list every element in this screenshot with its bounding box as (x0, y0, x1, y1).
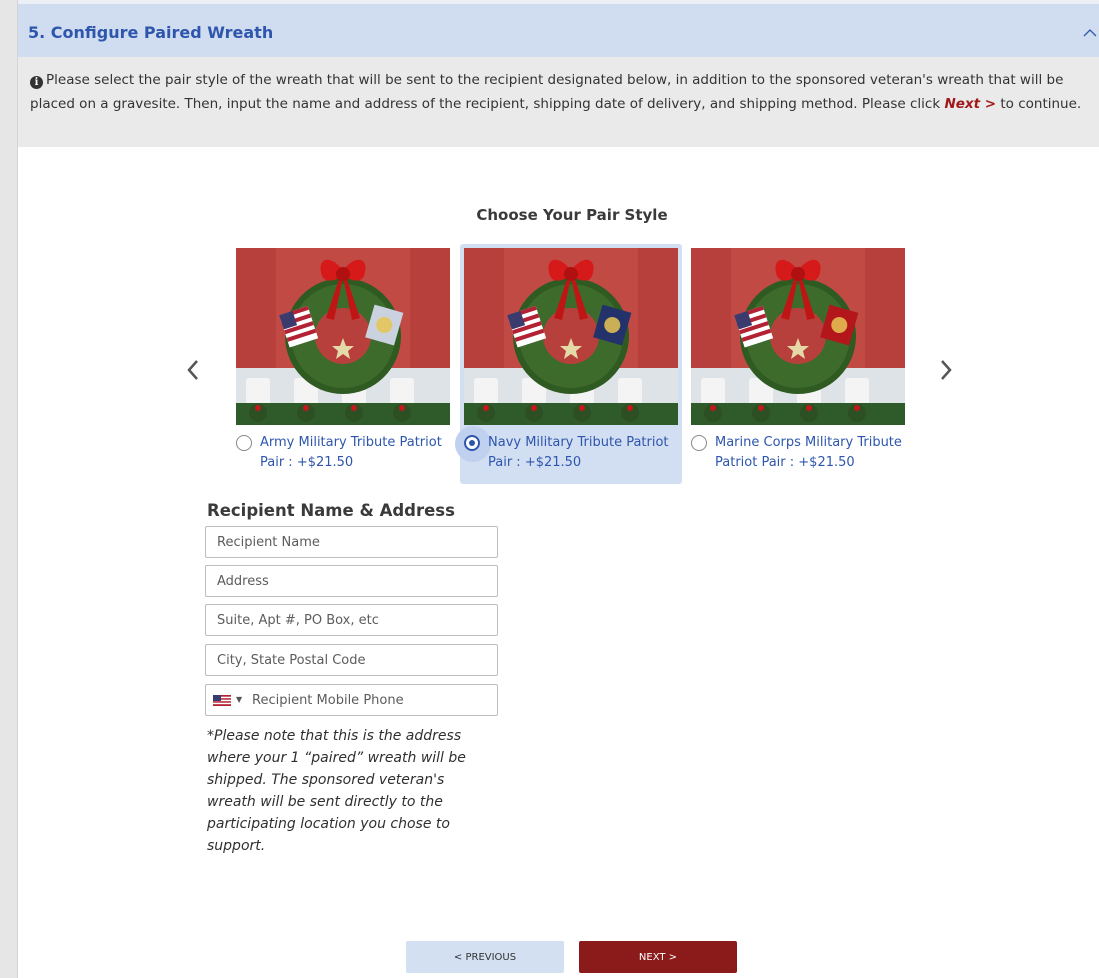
pair-style-label[interactable]: Marine Corps Military Tribute Patriot Pa… (715, 433, 915, 473)
previous-button[interactable]: < PREVIOUS (406, 941, 564, 973)
city-state-postal-input[interactable] (205, 644, 498, 676)
radio-button[interactable] (691, 435, 707, 451)
wreath-image[interactable] (236, 248, 450, 425)
pair-style-label[interactable]: Army Military Tribute Patriot Pair : +$2… (260, 433, 460, 473)
country-dropdown-caret-icon[interactable]: ▼ (236, 695, 242, 704)
radio-button[interactable] (464, 435, 480, 451)
suite-input[interactable] (205, 604, 498, 636)
radio-button[interactable] (236, 435, 252, 451)
left-rail (0, 0, 18, 978)
chevron-up-icon[interactable] (1083, 26, 1097, 40)
pair-style-label[interactable]: Navy Military Tribute Patriot Pair : +$2… (488, 433, 688, 473)
recipient-name-input[interactable] (205, 526, 498, 558)
address-input[interactable] (205, 565, 498, 597)
notice-text: Please select the pair style of the wrea… (30, 72, 1064, 112)
notice-text-end: to continue. (996, 96, 1082, 112)
recipient-section-title: Recipient Name & Address (207, 501, 455, 520)
us-flag-icon[interactable] (213, 695, 231, 706)
pair-style-option[interactable]: Marine Corps Military Tribute Patriot Pa… (687, 244, 909, 484)
notice-next-link: Next > (944, 96, 997, 112)
section-header[interactable]: 5. Configure Paired Wreath (18, 0, 1099, 57)
pair-style-radio[interactable] (236, 435, 254, 453)
info-icon: i (30, 76, 43, 89)
wreath-image[interactable] (691, 248, 905, 425)
carousel-prev-arrow-icon[interactable] (183, 355, 203, 385)
next-button[interactable]: NEXT > (579, 941, 737, 973)
pair-style-option[interactable]: Navy Military Tribute Patriot Pair : +$2… (455, 244, 682, 484)
pair-style-option[interactable]: Army Military Tribute Patriot Pair : +$2… (232, 244, 454, 484)
instructions-notice: i Please select the pair style of the wre… (18, 57, 1099, 147)
pair-style-title: Choose Your Pair Style (476, 206, 668, 224)
carousel-next-arrow-icon[interactable] (936, 355, 956, 385)
pair-style-radio[interactable] (455, 426, 491, 462)
recipient-phone-input[interactable] (205, 684, 498, 716)
shipping-note: *Please note that this is the address wh… (207, 728, 466, 854)
wreath-image[interactable] (464, 248, 678, 425)
pair-style-radio[interactable] (691, 435, 709, 453)
section-title: 5. Configure Paired Wreath (28, 23, 274, 42)
